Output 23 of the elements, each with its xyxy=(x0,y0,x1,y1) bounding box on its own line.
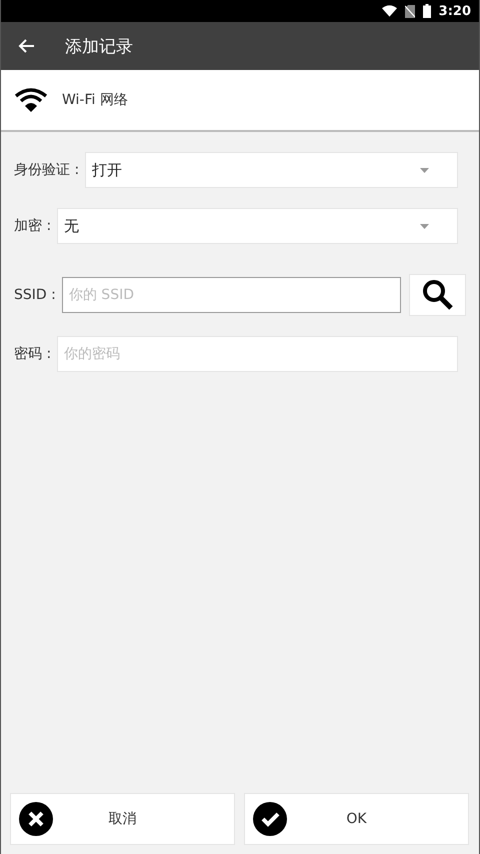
dropdown-caret-icon xyxy=(420,224,429,228)
dropdown-caret-icon xyxy=(420,168,429,172)
section-title: Wi-Fi 网络 xyxy=(62,91,128,109)
input-field[interactable]: 你的 SSID xyxy=(62,277,401,313)
search-icon xyxy=(422,279,454,311)
back-arrow-icon[interactable] xyxy=(18,39,34,53)
ok-button[interactable]: OK xyxy=(244,793,469,845)
battery-icon xyxy=(422,4,431,18)
wifi-icon xyxy=(14,88,48,112)
field-label: SSID : xyxy=(14,287,56,303)
wifi-signal-icon xyxy=(382,5,397,17)
dropdown-field[interactable]: 打开 xyxy=(85,152,458,188)
no-sim-icon xyxy=(404,4,415,18)
field-label: 加密 : xyxy=(14,217,52,235)
status-time: 3:20 xyxy=(438,4,471,18)
field-label: 密码 : xyxy=(14,345,52,363)
app-bar-title: 添加记录 xyxy=(65,36,133,58)
close-icon xyxy=(19,802,53,836)
field-label: 身份验证 : xyxy=(14,161,80,179)
search-button[interactable] xyxy=(409,274,466,316)
cancel-button[interactable]: 取消 xyxy=(10,793,235,845)
dropdown-field[interactable]: 无 xyxy=(57,208,458,244)
check-icon xyxy=(253,802,287,836)
